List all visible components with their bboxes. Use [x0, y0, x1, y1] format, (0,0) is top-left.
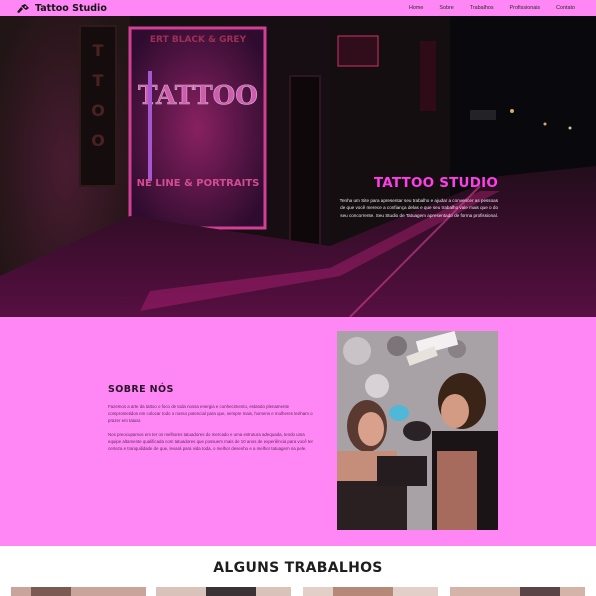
about-text: SOBRE NÓS Fazemos a arte da tattoo o foc…	[108, 384, 316, 459]
navbar: Tattoo Studio Home Sobre Trabalhos Profi…	[0, 0, 596, 16]
about-paragraph: Nos preocupamos em ter os melhores tatua…	[108, 431, 314, 451]
nav-link-contato[interactable]: Contato	[556, 5, 575, 11]
work-thumbnail[interactable]	[11, 587, 146, 596]
brand[interactable]: Tattoo Studio	[16, 3, 107, 14]
work-thumbnail[interactable]	[156, 587, 291, 596]
hero-background-image: T T O O ERT BLACK & GREY TATTOO NE LINE …	[0, 16, 596, 317]
about-section: SOBRE NÓS Fazemos a arte da tattoo o foc…	[0, 317, 596, 546]
hero-title: TATTOO STUDIO	[373, 175, 498, 191]
nav-links: Home Sobre Trabalhos Profissionais Conta…	[409, 5, 575, 11]
works-title: ALGUNS TRABALHOS	[213, 560, 383, 576]
nav-link-profissionais[interactable]: Profissionais	[510, 5, 541, 11]
about-title: SOBRE NÓS	[108, 384, 174, 395]
hero-section: T T O O ERT BLACK & GREY TATTOO NE LINE …	[0, 16, 596, 317]
nav-link-home[interactable]: Home	[409, 5, 423, 11]
hero-text: TATTOO STUDIO Tenha um Site para apresen…	[336, 175, 498, 219]
about-photo	[337, 331, 498, 530]
about-paragraph: Fazemos a arte da tattoo o foco de toda …	[108, 404, 313, 423]
works-section: ALGUNS TRABALHOS	[0, 546, 596, 596]
hero-description: Tenha um Site para apresentar seu trabal…	[339, 198, 498, 218]
nav-link-trabalhos[interactable]: Trabalhos	[470, 5, 494, 11]
nav-link-sobre[interactable]: Sobre	[439, 5, 453, 11]
work-thumbnail[interactable]	[450, 587, 585, 596]
work-thumbnail[interactable]	[303, 587, 438, 596]
tattoo-machine-icon	[17, 3, 29, 13]
brand-name: Tattoo Studio	[35, 2, 107, 14]
